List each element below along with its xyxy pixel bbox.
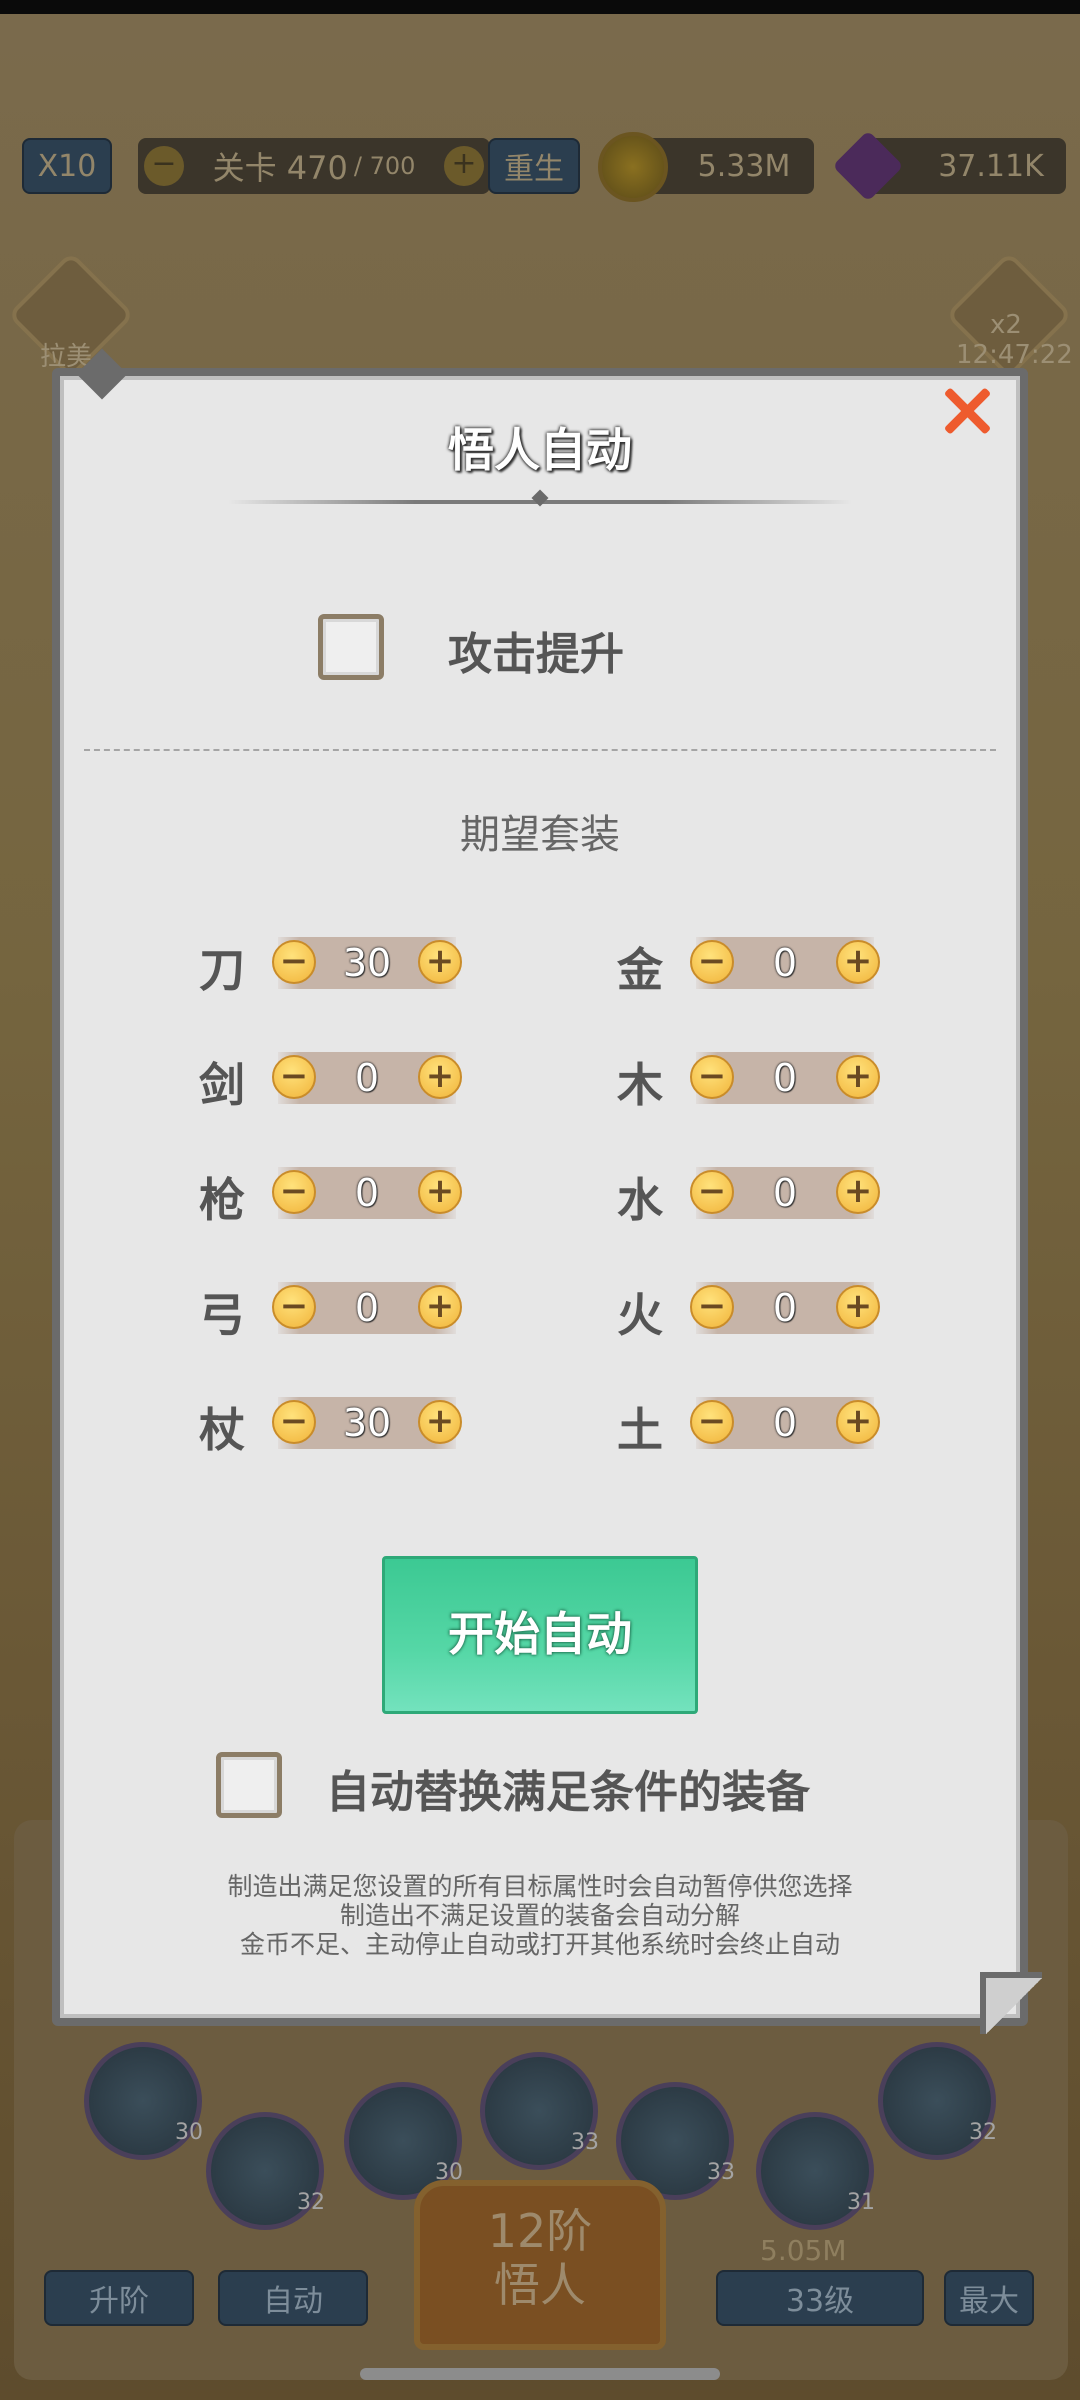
sword-minus-button[interactable]: − (272, 1055, 316, 1099)
attack-boost-checkbox[interactable] (318, 614, 384, 680)
upgrade-button[interactable]: 升阶 (44, 2270, 194, 2326)
knife-value: 30 (342, 941, 392, 985)
water-value: 0 (772, 1171, 798, 1215)
metal-stepper: − 0 + (690, 934, 880, 992)
double-reward-timer: 12:47:22 (956, 340, 1073, 370)
water-stepper: − 0 + (690, 1164, 880, 1222)
weapon-label-spear: 枪 (199, 1173, 245, 1227)
bow-stepper: − 0 + (272, 1279, 462, 1337)
weapon-label-knife: 刀 (199, 943, 245, 997)
gold-coin-icon (598, 132, 668, 202)
note-line: 制造出不满足设置的装备会自动分解 (339, 1901, 740, 1930)
tier-name: 悟人 (494, 2258, 586, 2312)
note-line: 制造出满足您设置的所有目标属性时会自动暂停供您选择 (227, 1872, 853, 1901)
element-label-water: 水 (617, 1173, 663, 1227)
stage-label: 关卡 470 (212, 149, 348, 187)
sword-value: 0 (354, 1056, 380, 1100)
fire-plus-button[interactable]: + (836, 1285, 880, 1329)
knife-stepper: − 30 + (272, 934, 462, 992)
water-minus-button[interactable]: − (690, 1170, 734, 1214)
bow-minus-button[interactable]: − (272, 1285, 316, 1329)
fire-stepper: − 0 + (690, 1279, 880, 1337)
spear-plus-button[interactable]: + (418, 1170, 462, 1214)
spear-minus-button[interactable]: − (272, 1170, 316, 1214)
zodiac-horse-icon[interactable]: 32 (878, 2042, 997, 2160)
staff-value: 30 (342, 1401, 392, 1445)
stage-next-button[interactable]: + (444, 146, 484, 186)
auto-replace-checkbox[interactable] (216, 1752, 282, 1818)
metal-plus-button[interactable]: + (836, 940, 880, 984)
zodiac-goat-icon[interactable]: 32 (206, 2112, 325, 2230)
bow-plus-button[interactable]: + (418, 1285, 462, 1329)
bow-value: 0 (354, 1286, 380, 1330)
spear-stepper: − 0 + (272, 1164, 462, 1222)
fire-value: 0 (772, 1286, 798, 1330)
level-cost: 5.05M (760, 2234, 847, 2267)
tier-badge[interactable]: 12阶 悟人 (414, 2180, 666, 2350)
water-plus-button[interactable]: + (836, 1170, 880, 1214)
staff-minus-button[interactable]: − (272, 1400, 316, 1444)
top-resource-bar: X10 − 关卡 470 / 700 + 重生 5.33M 37.11K (20, 130, 1070, 202)
notes-block: 制造出满足您设置的所有目标属性时会自动暂停供您选择 制造出不满足设置的装备会自动… (0, 1872, 1080, 1959)
fire-minus-button[interactable]: − (690, 1285, 734, 1329)
status-bar (0, 0, 1080, 14)
zodiac-rat-icon[interactable]: 30 (84, 2042, 203, 2160)
element-label-earth: 土 (617, 1403, 663, 1457)
close-icon[interactable] (940, 384, 994, 438)
auto-replace-label: 自动替换满足条件的装备 (326, 1767, 810, 1818)
sword-stepper: − 0 + (272, 1049, 462, 1107)
tier-level: 12阶 (487, 2204, 593, 2258)
zodiac-rooster-icon[interactable]: 33 (480, 2052, 599, 2170)
earth-stepper: − 0 + (690, 1394, 880, 1452)
stage-total: / 700 (353, 152, 416, 180)
expected-set-title: 期望套装 (460, 812, 620, 858)
double-reward-badge: x2 (990, 310, 1022, 340)
attack-boost-label: 攻击提升 (448, 629, 624, 680)
auto-button[interactable]: 自动 (218, 2270, 368, 2326)
level-stepper[interactable]: 33级 (716, 2270, 924, 2326)
wood-value: 0 (772, 1056, 798, 1100)
zodiac-pig-icon[interactable]: 31 (756, 2112, 875, 2230)
staff-stepper: − 30 + (272, 1394, 462, 1452)
wood-minus-button[interactable]: − (690, 1055, 734, 1099)
weapon-label-sword: 剑 (199, 1058, 245, 1112)
stage-selector[interactable]: − 关卡 470 / 700 + (138, 138, 490, 194)
spear-value: 0 (354, 1171, 380, 1215)
dialog-title: 悟人自动 (448, 423, 632, 477)
element-label-wood: 木 (617, 1058, 663, 1112)
max-button[interactable]: 最大 (944, 2270, 1034, 2326)
knife-minus-button[interactable]: − (272, 940, 316, 984)
earth-minus-button[interactable]: − (690, 1400, 734, 1444)
wood-stepper: − 0 + (690, 1049, 880, 1107)
element-label-metal: 金 (617, 943, 663, 997)
home-indicator[interactable] (360, 2368, 720, 2380)
knife-plus-button[interactable]: + (418, 940, 462, 984)
weapon-label-staff: 杖 (199, 1403, 245, 1457)
wood-plus-button[interactable]: + (836, 1055, 880, 1099)
element-label-fire: 火 (617, 1288, 663, 1342)
staff-plus-button[interactable]: + (418, 1400, 462, 1444)
earth-value: 0 (772, 1401, 798, 1445)
sword-plus-button[interactable]: + (418, 1055, 462, 1099)
multiplier-button[interactable]: X10 (22, 138, 112, 194)
earth-plus-button[interactable]: + (836, 1400, 880, 1444)
section-divider (84, 749, 996, 751)
note-line: 金币不足、主动停止自动或打开其他系统时会终止自动 (239, 1930, 840, 1959)
rebirth-button[interactable]: 重生 (488, 138, 580, 194)
stage-prev-button[interactable]: − (144, 146, 184, 186)
metal-value: 0 (772, 941, 798, 985)
start-auto-button[interactable]: 开始自动 (382, 1556, 698, 1714)
weapon-label-bow: 弓 (199, 1288, 245, 1342)
metal-minus-button[interactable]: − (690, 940, 734, 984)
